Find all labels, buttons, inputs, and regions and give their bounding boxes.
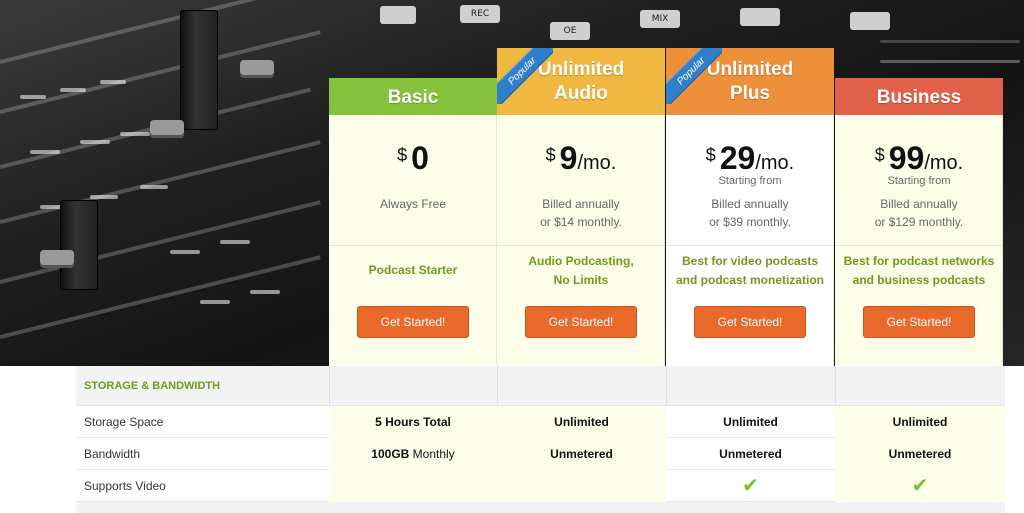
price-amount: 9 bbox=[559, 140, 578, 176]
popular-label: Popular bbox=[666, 48, 722, 104]
price-period: /mo. bbox=[577, 152, 617, 174]
table-row bbox=[76, 502, 1005, 513]
plan-tagline-line2: and business podcasts bbox=[852, 273, 986, 287]
section-title: STORAGE & BANDWIDTH bbox=[84, 380, 221, 392]
billing-note-monthly: or $14 monthly. bbox=[540, 215, 622, 229]
section-header-row: STORAGE & BANDWIDTH bbox=[76, 366, 1005, 406]
cell-basic bbox=[329, 470, 497, 502]
price-amount: 29 bbox=[719, 140, 756, 176]
plan-tagline: Best for video podcasts bbox=[681, 254, 819, 268]
cell-audio: Unmetered bbox=[497, 438, 666, 470]
feature-label: Supports Video bbox=[84, 479, 166, 493]
plan-price: $9/mo. bbox=[497, 140, 665, 177]
currency: $ bbox=[397, 145, 408, 165]
price-period: /mo. bbox=[924, 152, 964, 174]
plan-name: Business bbox=[876, 87, 962, 108]
plan-header: Basic bbox=[329, 78, 497, 115]
plan-tagline: Best for podcast networks bbox=[843, 254, 995, 268]
price-amount: 0 bbox=[411, 140, 429, 176]
get-started-button-business[interactable]: Get Started! bbox=[863, 306, 975, 338]
checkmark-icon: ✔ bbox=[835, 470, 1005, 502]
popular-ribbon: Popular bbox=[666, 48, 722, 104]
console-key: MIX bbox=[640, 10, 680, 28]
billing-note-monthly: or $39 monthly. bbox=[709, 215, 791, 229]
billing-note: Always Free bbox=[379, 197, 447, 211]
starting-from-note: Starting from bbox=[887, 175, 951, 187]
divider bbox=[329, 245, 497, 246]
plan-business: Business $99/mo. Starting from Billed an… bbox=[835, 78, 1003, 366]
cell-plus: Unlimited bbox=[723, 415, 778, 429]
plan-tagline-line2: No Limits bbox=[553, 273, 609, 287]
billing-note: Billed annually bbox=[880, 197, 958, 211]
cell-plus: Unmetered bbox=[719, 447, 782, 461]
feature-label: Bandwidth bbox=[84, 447, 141, 461]
plan-header: Business bbox=[835, 78, 1003, 115]
plan-price: $0 bbox=[329, 140, 497, 177]
table-row: Storage Space 5 Hours Total Unlimited Un… bbox=[76, 406, 1005, 438]
checkmark-icon: ✔ bbox=[742, 475, 759, 497]
cell-business: Unmetered bbox=[835, 438, 1005, 470]
popular-label: Popular bbox=[497, 48, 553, 104]
cell-basic: 100GB Monthly bbox=[329, 438, 497, 470]
billing-note: Billed annually bbox=[542, 197, 620, 211]
get-started-button-audio[interactable]: Get Started! bbox=[525, 306, 637, 338]
console-key: OE bbox=[550, 22, 590, 40]
cell-audio bbox=[497, 470, 666, 502]
get-started-button-plus[interactable]: Get Started! bbox=[694, 306, 806, 338]
billing-note-monthly: or $129 monthly. bbox=[874, 215, 964, 229]
plan-tagline: Audio Podcasting, bbox=[528, 254, 634, 268]
plan-basic: Basic $0 Always Free Podcast Starter Get… bbox=[329, 78, 497, 366]
cell-business: Unlimited bbox=[835, 406, 1005, 438]
feature-label: Storage Space bbox=[84, 415, 164, 429]
popular-ribbon: Popular bbox=[497, 48, 553, 104]
price-amount: 99 bbox=[888, 140, 925, 176]
cell-basic: 5 Hours Total bbox=[329, 406, 497, 438]
billing-note: Billed annually bbox=[711, 197, 789, 211]
currency: $ bbox=[705, 145, 716, 165]
currency: $ bbox=[545, 145, 556, 165]
price-period: /mo. bbox=[755, 152, 795, 174]
plan-tagline: Podcast Starter bbox=[368, 263, 458, 277]
plan-name: Basic bbox=[387, 87, 439, 108]
divider bbox=[497, 245, 665, 246]
plan-unlimited-plus: Unlimited Plus Popular $29/mo. Starting … bbox=[666, 48, 834, 366]
console-key: REC bbox=[460, 5, 500, 23]
table-row: Supports Video ✔ ✔ bbox=[76, 470, 1005, 502]
plan-tagline-line2: and podcast monetization bbox=[675, 273, 824, 287]
divider bbox=[835, 245, 1003, 246]
divider bbox=[666, 245, 834, 246]
table-row: Bandwidth 100GB Monthly Unmetered Unmete… bbox=[76, 438, 1005, 470]
plan-unlimited-audio: Unlimited Audio Popular $9/mo. Billed an… bbox=[497, 48, 665, 366]
get-started-button-basic[interactable]: Get Started! bbox=[357, 306, 469, 338]
starting-from-note: Starting from bbox=[718, 175, 782, 187]
currency: $ bbox=[874, 145, 885, 165]
cell-audio: Unlimited bbox=[497, 406, 666, 438]
